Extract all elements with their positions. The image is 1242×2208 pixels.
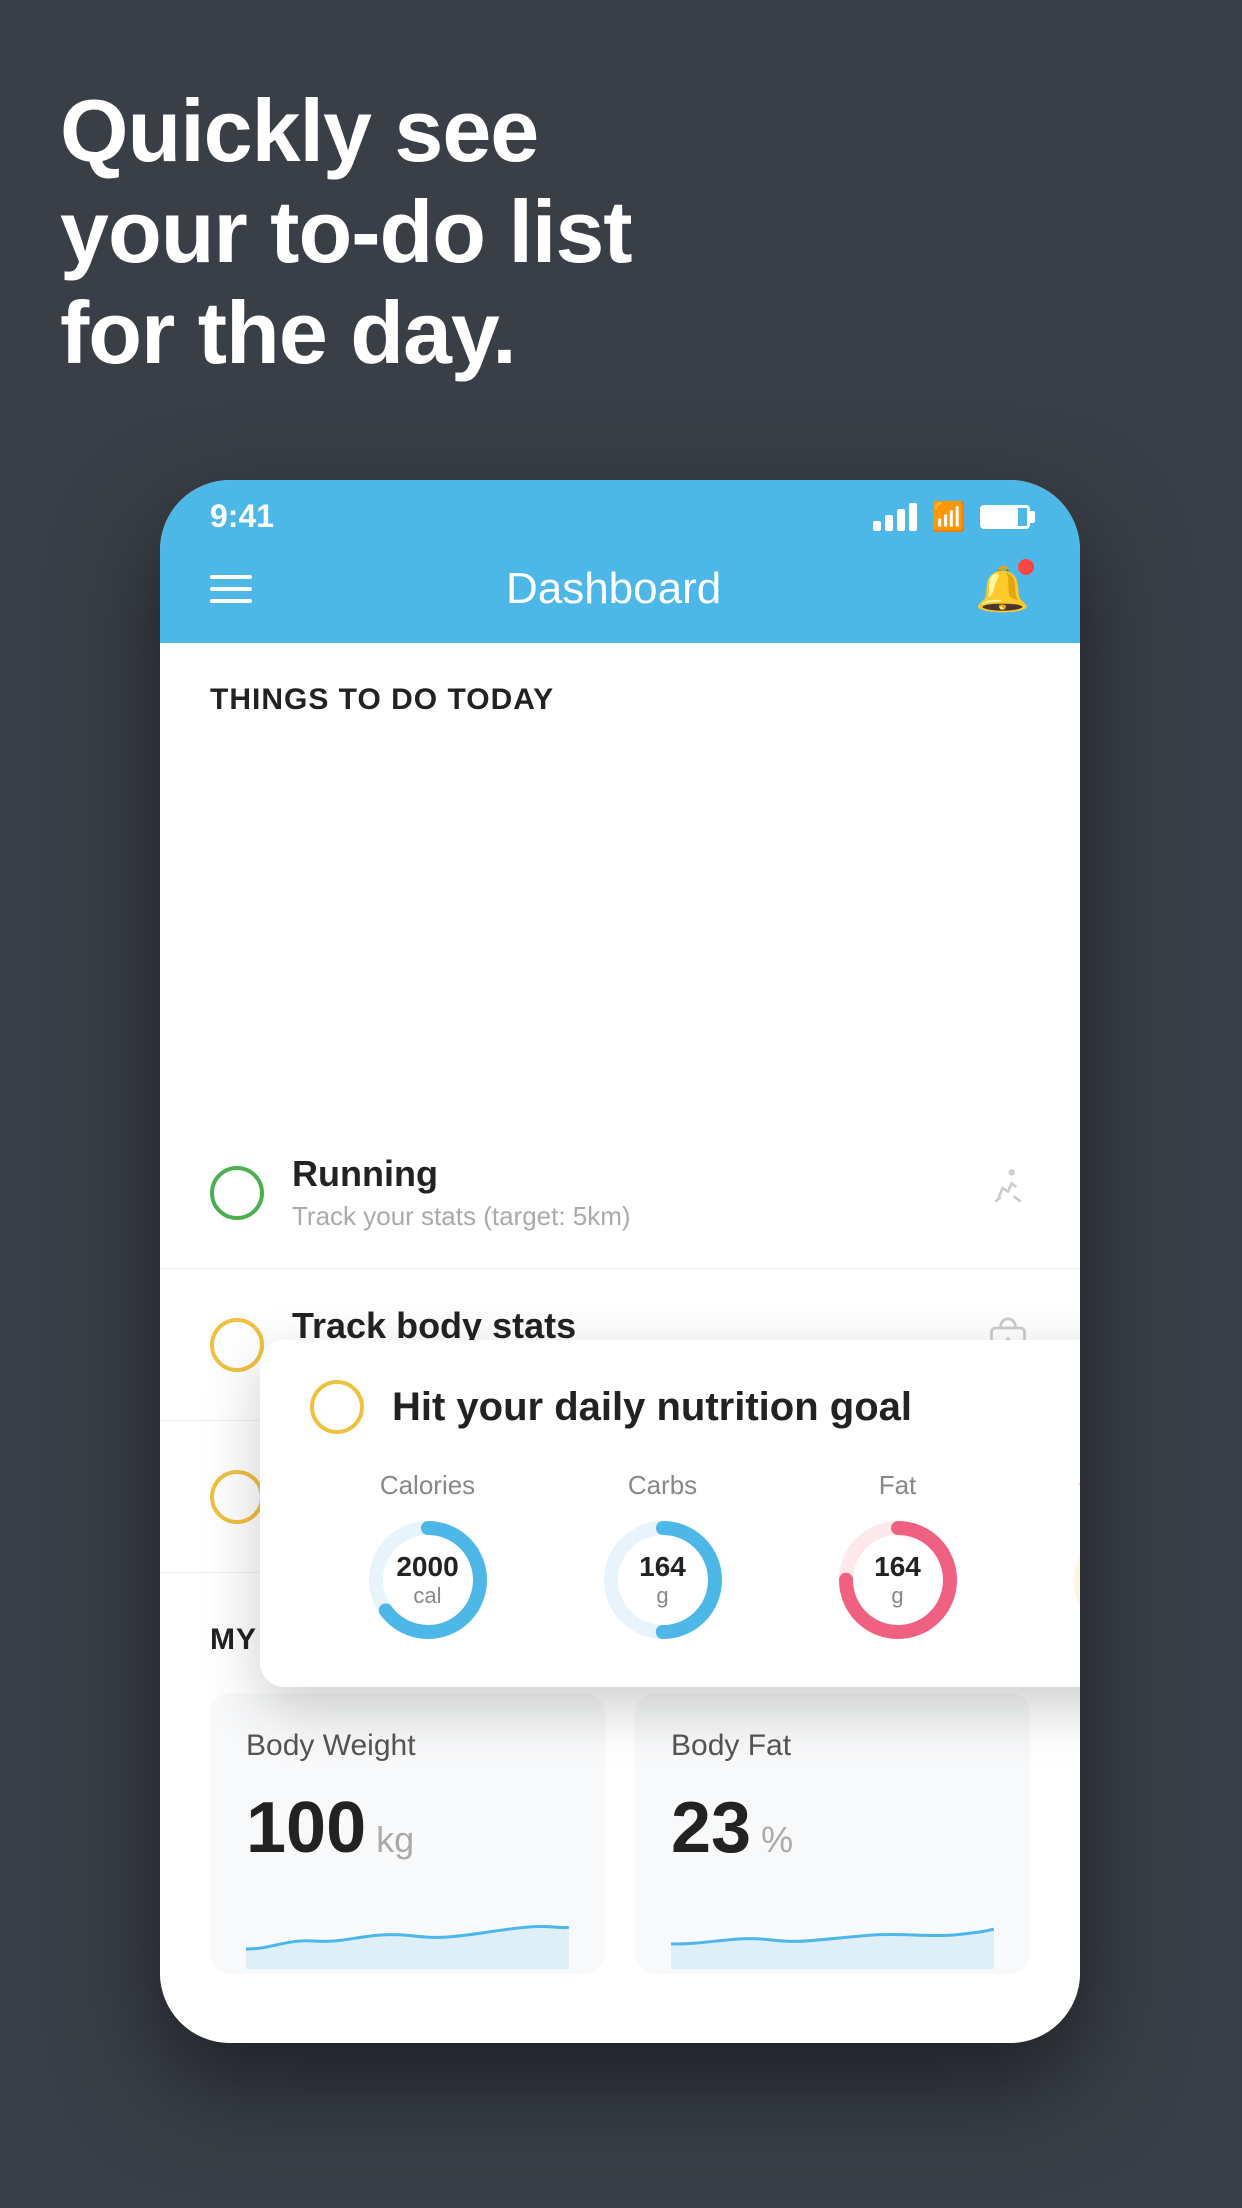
phone-content: THINGS TO DO TODAY Hit your daily nutrit… bbox=[160, 643, 1080, 2043]
body-fat-label: Body Fat bbox=[671, 1729, 994, 1763]
carbs-label: Carbs bbox=[628, 1470, 697, 1501]
nutrition-calories: Calories 2000 cal bbox=[363, 1470, 493, 1645]
progress-cards: Body Weight 100 kg Body Fat 23 % bbox=[210, 1693, 1030, 1974]
nutrition-row: Calories 2000 cal Carbs bbox=[310, 1470, 1080, 1647]
nutrition-fat: Fat 164 g bbox=[833, 1470, 963, 1645]
nutrition-card: Hit your daily nutrition goal Calories 2… bbox=[260, 1340, 1080, 1687]
body-fat-card: Body Fat 23 % bbox=[635, 1693, 1030, 1974]
menu-icon[interactable] bbox=[210, 575, 252, 603]
nutrition-protein: ★ Protein 164 g bbox=[1068, 1470, 1081, 1647]
progress-photos-checkbox[interactable] bbox=[210, 1470, 264, 1524]
status-icons: 📶 bbox=[873, 500, 1030, 533]
calories-donut: 2000 cal bbox=[363, 1515, 493, 1645]
running-content: Running Track your stats (target: 5km) bbox=[292, 1153, 958, 1232]
headline: Quickly see your to-do list for the day. bbox=[60, 80, 632, 384]
nutrition-card-title: Hit your daily nutrition goal bbox=[392, 1385, 912, 1430]
body-weight-value: 100 kg bbox=[246, 1787, 569, 1869]
notification-dot bbox=[1018, 559, 1034, 575]
running-checkbox[interactable] bbox=[210, 1166, 264, 1220]
nutrition-carbs: Carbs 164 g bbox=[598, 1470, 728, 1645]
nutrition-checkbox[interactable] bbox=[310, 1380, 364, 1434]
body-fat-value: 23 % bbox=[671, 1787, 994, 1869]
nav-title: Dashboard bbox=[506, 564, 721, 614]
battery-icon bbox=[980, 505, 1030, 529]
body-fat-sparkline bbox=[671, 1899, 994, 1969]
phone-mockup: 9:41 📶 Dashboard 🔔 THINGS TO DO TOD bbox=[160, 480, 1080, 2043]
body-weight-card: Body Weight 100 kg bbox=[210, 1693, 605, 1974]
calories-label: Calories bbox=[380, 1470, 475, 1501]
running-icon bbox=[986, 1165, 1030, 1220]
protein-label: ★ Protein bbox=[1076, 1470, 1080, 1503]
wifi-icon: 📶 bbox=[931, 500, 966, 533]
fat-donut: 164 g bbox=[833, 1515, 963, 1645]
running-title: Running bbox=[292, 1153, 958, 1195]
status-bar: 9:41 📶 bbox=[160, 480, 1080, 543]
carbs-donut: 164 g bbox=[598, 1515, 728, 1645]
body-weight-number: 100 bbox=[246, 1787, 366, 1869]
body-weight-sparkline bbox=[246, 1899, 569, 1969]
signal-icon bbox=[873, 503, 917, 531]
notification-icon[interactable]: 🔔 bbox=[975, 563, 1030, 615]
star-icon: ★ bbox=[1076, 1470, 1080, 1503]
body-stats-checkbox[interactable] bbox=[210, 1318, 264, 1372]
running-subtitle: Track your stats (target: 5km) bbox=[292, 1201, 958, 1232]
status-time: 9:41 bbox=[210, 498, 274, 535]
nav-bar: Dashboard 🔔 bbox=[160, 543, 1080, 643]
body-weight-unit: kg bbox=[376, 1819, 414, 1861]
todo-running[interactable]: Running Track your stats (target: 5km) bbox=[160, 1117, 1080, 1269]
fat-label: Fat bbox=[879, 1470, 917, 1501]
body-weight-label: Body Weight bbox=[246, 1729, 569, 1763]
protein-donut: 164 g bbox=[1068, 1517, 1081, 1647]
things-to-do-header: THINGS TO DO TODAY bbox=[160, 643, 1080, 737]
body-fat-number: 23 bbox=[671, 1787, 751, 1869]
body-fat-unit: % bbox=[761, 1819, 793, 1861]
